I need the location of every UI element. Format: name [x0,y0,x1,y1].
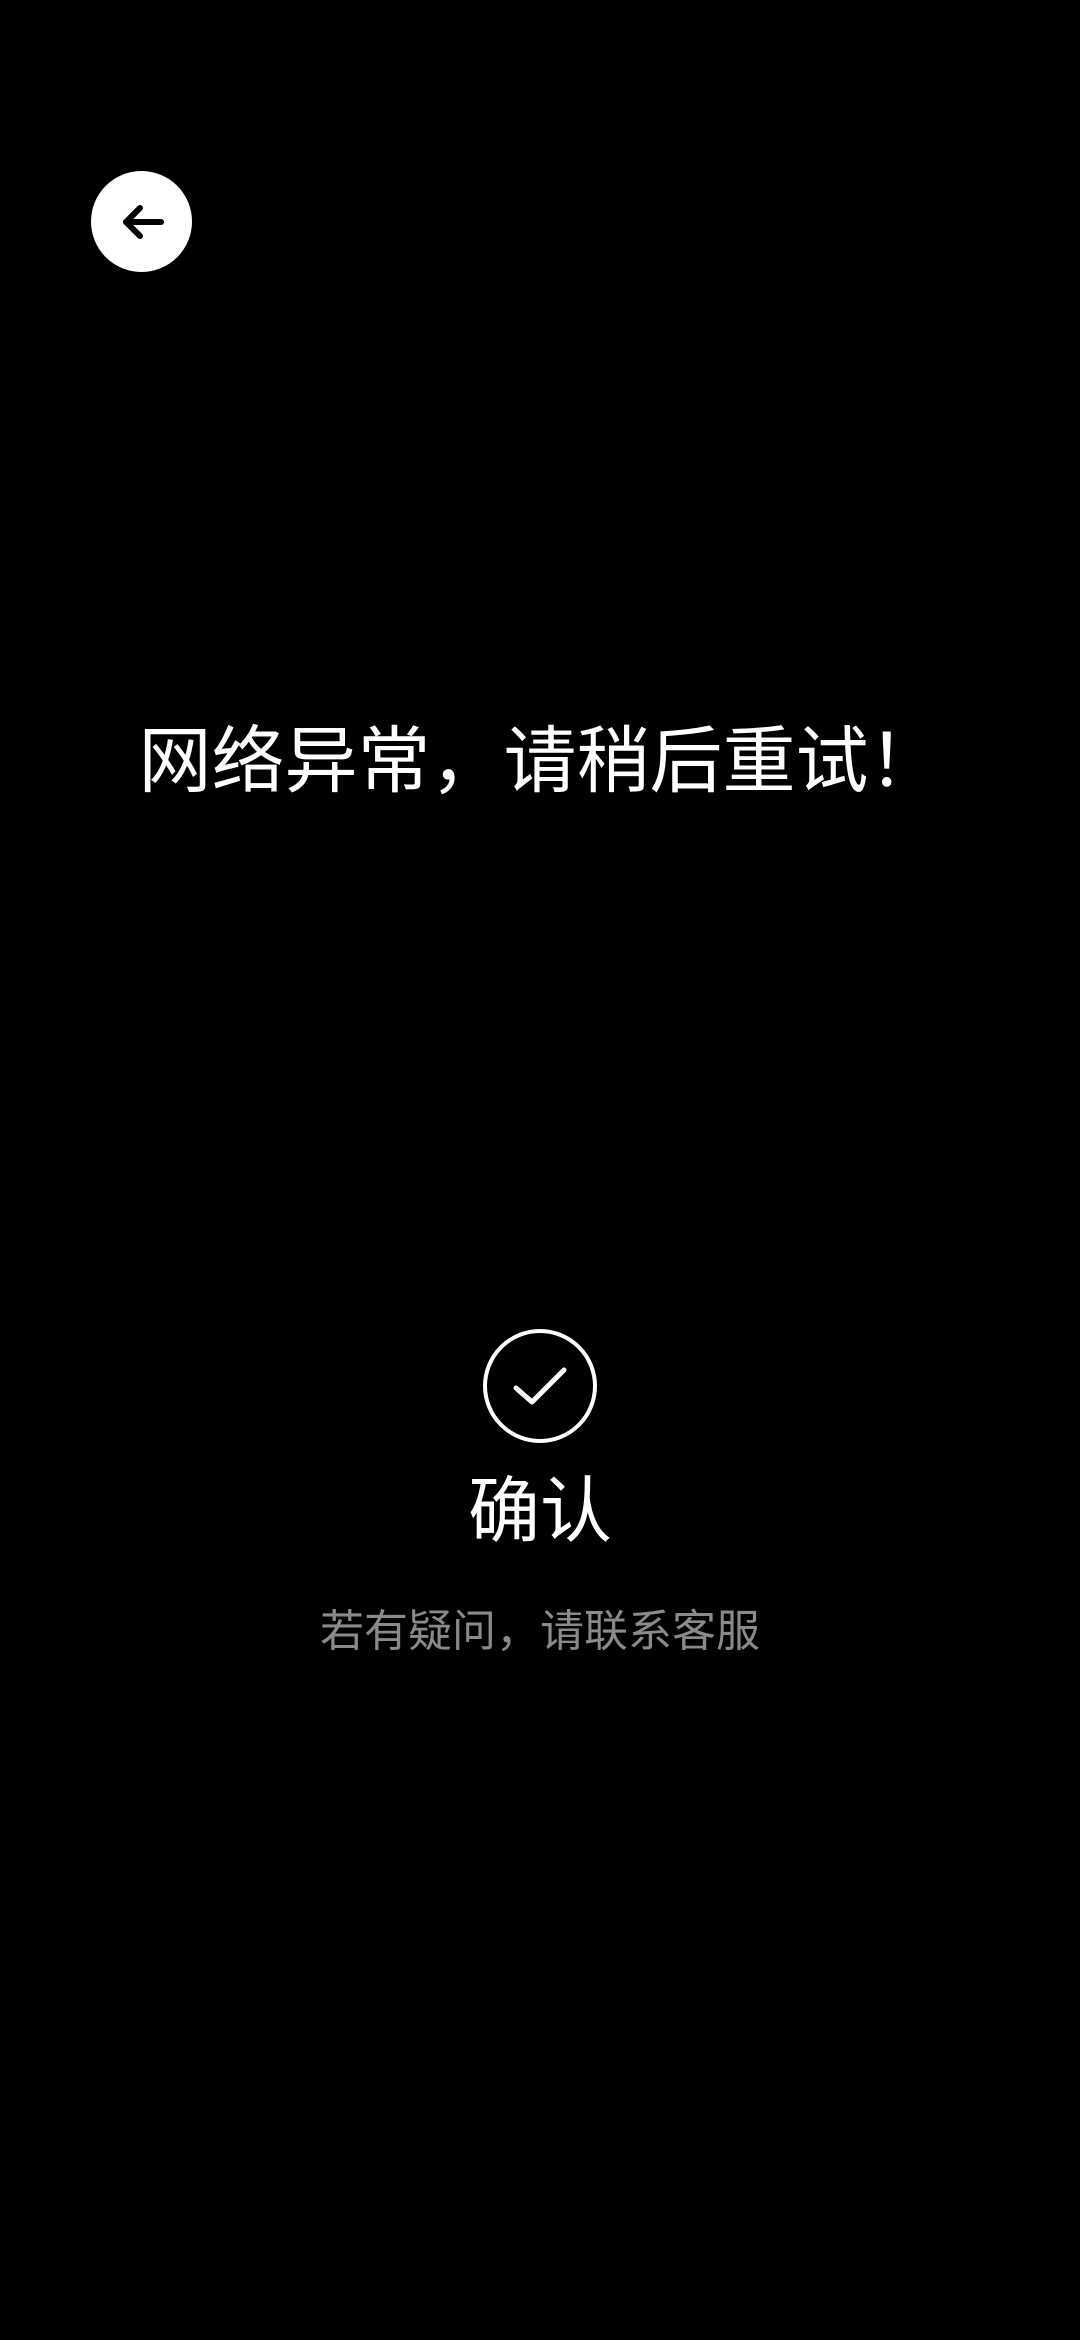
error-message: 网络异常，请稍后重试！ [138,719,942,804]
confirm-label: 确认 [467,1469,612,1553]
confirm-button[interactable]: 确认 [468,1326,612,1556]
contact-support-text: 若有疑问，请联系客服 [320,1606,760,1657]
arrow-left-icon [122,204,164,239]
back-button[interactable] [91,171,192,272]
confirm-section: 确认 若有疑问，请联系客服 [0,1326,1080,1660]
error-screen: 网络异常，请稍后重试！ 确认 若有疑问，请联系客服 [0,0,1080,2340]
check-circle-icon [482,1329,597,1443]
